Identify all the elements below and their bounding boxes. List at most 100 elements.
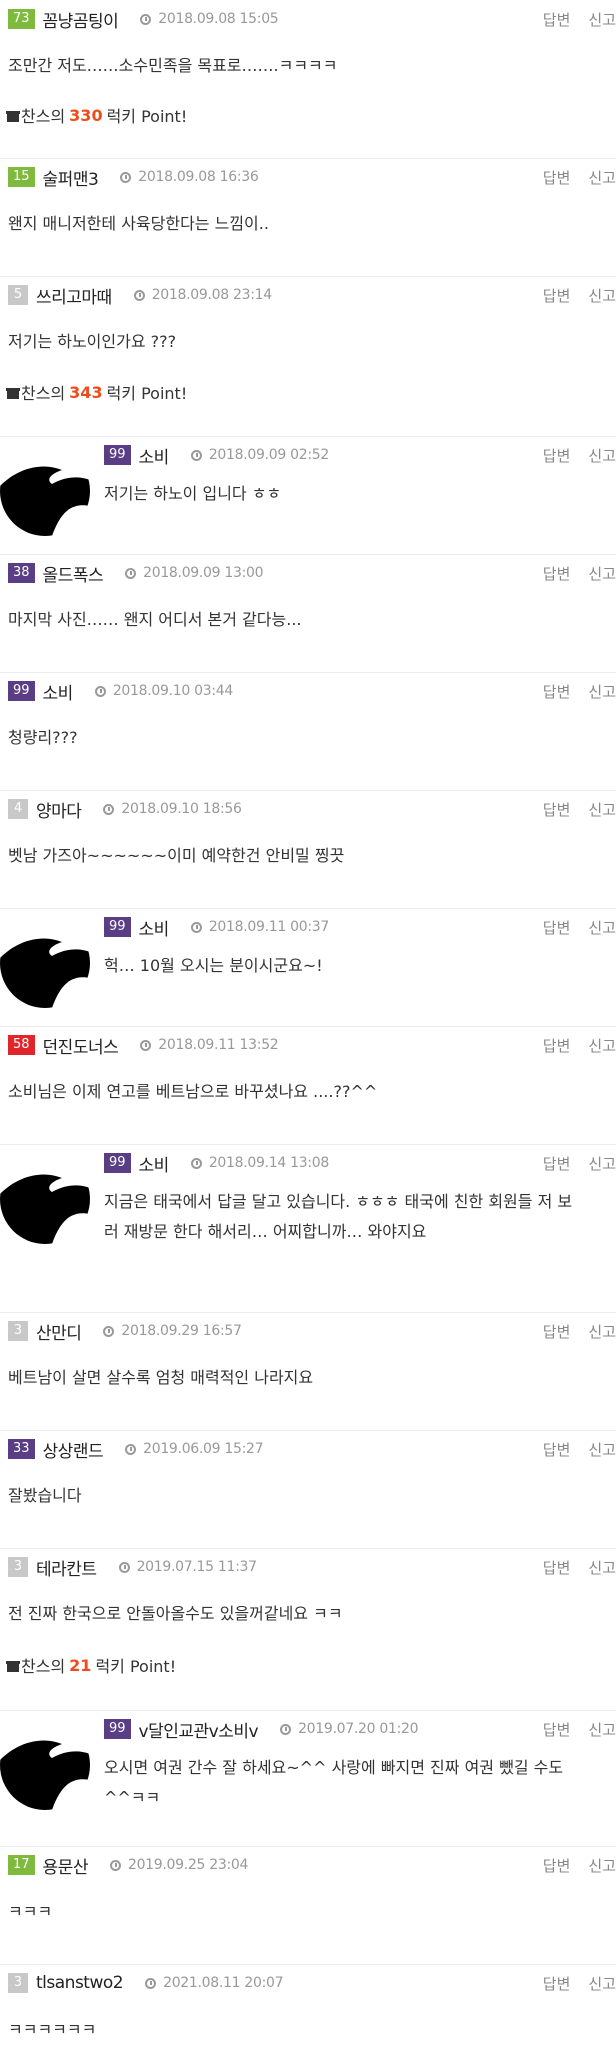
report-button[interactable]: 신고 <box>588 1975 616 1993</box>
timestamp: 2019.07.15 11:37 <box>118 1559 257 1575</box>
reply-button[interactable]: 답변 <box>543 287 571 305</box>
comment-actions: 답변 신고 <box>543 1557 616 1578</box>
reply-button[interactable]: 답변 <box>543 1441 571 1459</box>
comment-text: 지금은 태국에서 답글 달고 있습니다. ㅎㅎㅎ 태국에 친한 회원들 저 보러… <box>104 1192 573 1241</box>
lucky-number: 21 <box>69 1655 92 1675</box>
timestamp: 2018.09.09 02:52 <box>190 447 329 463</box>
nickname[interactable]: 용문산 <box>43 1853 89 1878</box>
report-button[interactable]: 신고 <box>588 1559 616 1577</box>
reply-button[interactable]: 답변 <box>543 11 571 29</box>
time-text: 2019.07.20 01:20 <box>298 1721 419 1737</box>
reply-button[interactable]: 답변 <box>543 565 571 583</box>
comment-text: 청량리??? <box>8 728 78 747</box>
report-button[interactable]: 신고 <box>588 11 616 29</box>
nickname[interactable]: 소비 <box>139 443 170 468</box>
report-button[interactable]: 신고 <box>588 447 616 465</box>
report-button[interactable]: 신고 <box>588 919 616 937</box>
nickname[interactable]: 테라칸트 <box>36 1555 97 1580</box>
reply-comment: 99 소비 2018.09.14 13:08 답변 신고 지금은 태국에서 답글 … <box>0 1144 616 1313</box>
nickname[interactable]: 올드폭스 <box>43 561 104 586</box>
nickname[interactable]: 산만디 <box>36 1319 82 1344</box>
reply-button[interactable]: 답변 <box>543 1323 571 1341</box>
avatar-image <box>0 466 90 536</box>
clock-icon <box>140 13 152 25</box>
report-button[interactable]: 신고 <box>588 1857 616 1875</box>
comment-text: 소비님은 이제 연고를 베트남으로 바꾸셨나요 ....??^^ <box>8 1082 378 1101</box>
comment: 73 꼼냥곰팅이 2018.09.08 15:05 답변 신고 조만간 저도……소… <box>0 0 616 159</box>
report-button[interactable]: 신고 <box>588 565 616 583</box>
timestamp: 2018.09.11 00:37 <box>190 919 329 935</box>
reply-comment: 99 소비 2018.09.11 00:37 답변 신고 헉… 10월 오시는 분… <box>0 908 616 1027</box>
report-button[interactable]: 신고 <box>588 287 616 305</box>
reply-button[interactable]: 답변 <box>543 801 571 819</box>
reply-button[interactable]: 답변 <box>543 169 571 187</box>
report-button[interactable]: 신고 <box>588 1441 616 1459</box>
comment-text: 베트남이 살면 살수록 엄청 매력적인 나라지요 <box>8 1368 314 1387</box>
comment-actions: 답변 신고 <box>543 1321 616 1342</box>
comment-text: ㅋㅋㅋ <box>8 1902 53 1921</box>
nickname[interactable]: 상상랜드 <box>43 1437 104 1462</box>
report-button[interactable]: 신고 <box>588 1721 616 1739</box>
comment-header: 3 산만디 2018.09.29 16:57 <box>8 1318 242 1344</box>
avatar[interactable] <box>0 1720 90 1810</box>
timestamp: 2018.09.11 13:52 <box>140 1037 279 1053</box>
avatar[interactable] <box>0 1154 90 1244</box>
lucky-number: 343 <box>69 382 103 402</box>
report-button[interactable]: 신고 <box>588 169 616 187</box>
nickname[interactable]: 쓰리고마때 <box>36 283 112 308</box>
lucky-point: 찬스의 343 럭키 Point! <box>6 380 187 404</box>
report-button[interactable]: 신고 <box>588 683 616 701</box>
comment-actions: 답변 신고 <box>543 9 616 30</box>
comment-text: 저기는 하노이 입니다 ㅎㅎ <box>104 484 282 503</box>
report-button[interactable]: 신고 <box>588 801 616 819</box>
clock-icon <box>103 1325 115 1337</box>
gift-icon <box>6 109 20 122</box>
reply-button[interactable]: 답변 <box>543 1857 571 1875</box>
reply-button[interactable]: 답변 <box>543 1037 571 1055</box>
nickname[interactable]: v달인교관v소비v <box>139 1717 259 1742</box>
reply-button[interactable]: 답변 <box>543 1559 571 1577</box>
avatar[interactable] <box>0 918 90 1008</box>
level-badge: 58 <box>8 1035 35 1055</box>
report-button[interactable]: 신고 <box>588 1155 616 1173</box>
level-badge: 33 <box>8 1439 35 1459</box>
level-badge: 3 <box>8 1973 28 1993</box>
nickname[interactable]: tlsanstwo2 <box>36 1973 124 1993</box>
reply-button[interactable]: 답변 <box>543 1155 571 1173</box>
reply-button[interactable]: 답변 <box>543 447 571 465</box>
report-button[interactable]: 신고 <box>588 1037 616 1055</box>
timestamp: 2019.07.20 01:20 <box>280 1721 419 1737</box>
report-button[interactable]: 신고 <box>588 1323 616 1341</box>
comment-actions: 답변 신고 <box>543 167 616 188</box>
reply-button[interactable]: 답변 <box>543 1721 571 1739</box>
clock-icon <box>120 171 132 183</box>
comment-actions: 답변 신고 <box>543 1153 616 1174</box>
comment-header: 33 상상랜드 2019.06.09 15:27 <box>8 1436 264 1462</box>
comment-header: 99 소비 2018.09.09 02:52 <box>104 442 329 468</box>
comment-header: 5 쓰리고마때 2018.09.08 23:14 <box>8 282 272 308</box>
clock-icon <box>118 1561 130 1573</box>
nickname[interactable]: 소비 <box>139 1151 170 1176</box>
reply-button[interactable]: 답변 <box>543 919 571 937</box>
nickname[interactable]: 소비 <box>43 679 74 704</box>
reply-button[interactable]: 답변 <box>543 1975 571 1993</box>
time-text: 2018.09.11 13:52 <box>158 1037 279 1053</box>
nickname[interactable]: 양마다 <box>36 797 82 822</box>
reply-button[interactable]: 답변 <box>543 683 571 701</box>
lucky-suffix: 럭키 Point! <box>95 1657 177 1676</box>
nickname[interactable]: 술퍼맨3 <box>43 165 99 190</box>
avatar[interactable] <box>0 446 90 536</box>
time-text: 2019.07.15 11:37 <box>136 1559 257 1575</box>
timestamp: 2018.09.08 16:36 <box>120 169 259 185</box>
comment: 33 상상랜드 2019.06.09 15:27 답변 신고 잘봤습니다 <box>0 1430 616 1549</box>
clock-icon <box>109 1859 121 1871</box>
time-text: 2021.08.11 20:07 <box>163 1975 284 1991</box>
comment-header: 73 꼼냥곰팅이 2018.09.08 15:05 <box>8 6 279 32</box>
avatar-image <box>0 938 90 1008</box>
nickname[interactable]: 소비 <box>139 915 170 940</box>
comment-text: ㅋㅋㅋㅋㅋㅋ <box>8 2020 97 2039</box>
comment-text: 잘봤습니다 <box>8 1486 82 1505</box>
comment-header: 38 올드폭스 2018.09.09 13:00 <box>8 560 264 586</box>
nickname[interactable]: 꼼냥곰팅이 <box>43 7 119 32</box>
nickname[interactable]: 던진도너스 <box>43 1033 119 1058</box>
